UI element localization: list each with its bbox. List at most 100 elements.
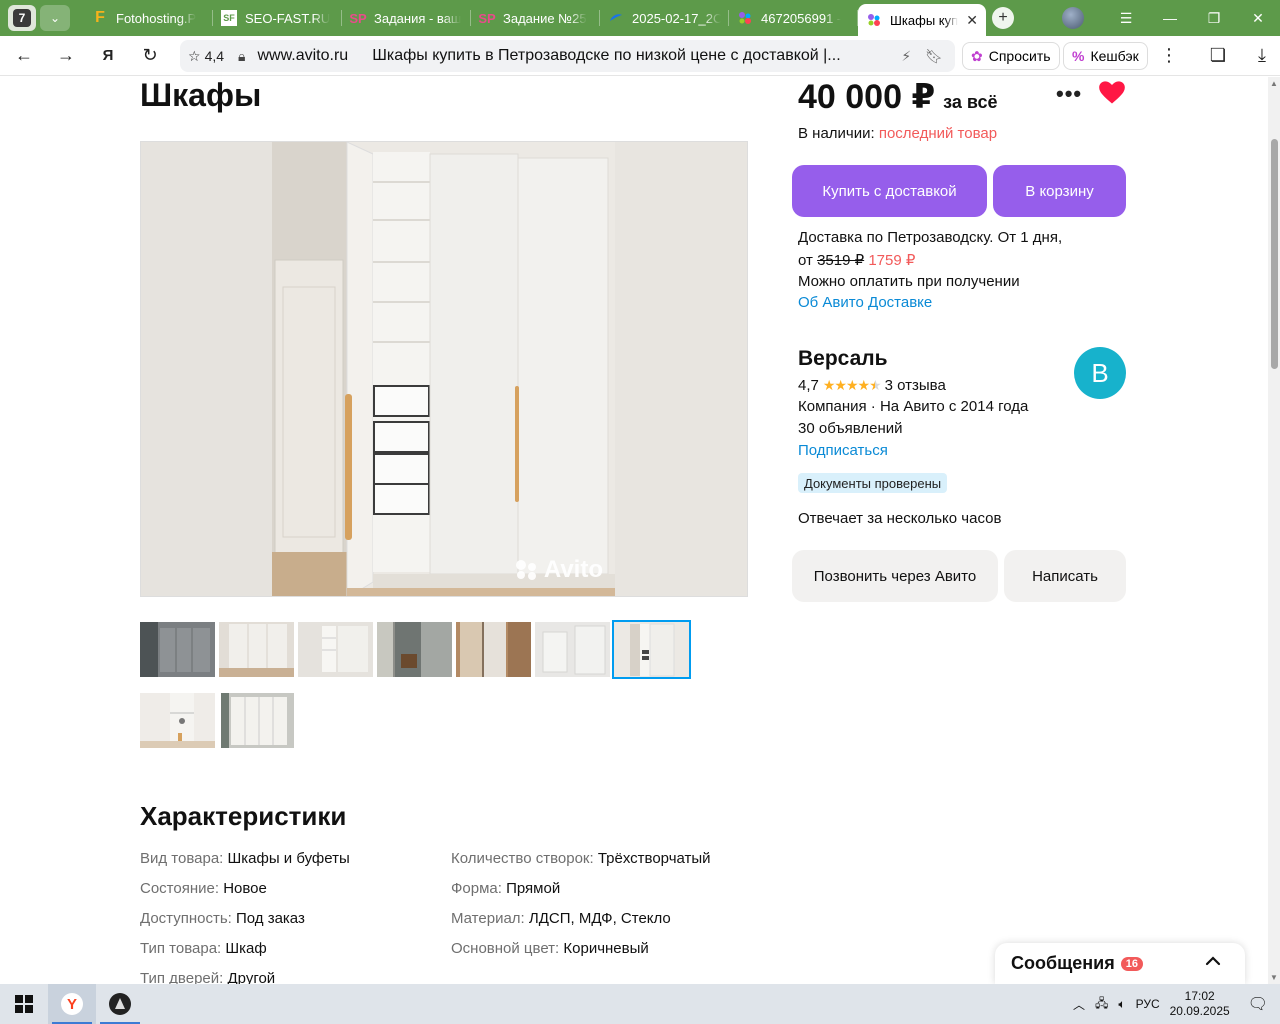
yandex-icon[interactable]: Я	[90, 38, 126, 74]
tab-title: SEO-FAST.RU	[245, 10, 331, 26]
browser-tab[interactable]: 4672056991 -	[729, 0, 858, 36]
seller-reviews: 3 отзыва	[884, 377, 946, 394]
tab-title: 4672056991 -	[761, 10, 842, 26]
close-icon[interactable]: ✕	[966, 12, 978, 29]
scrollbar-thumb[interactable]	[1271, 139, 1278, 369]
windows-taskbar: Y ︿ 🖧︎ 🔈︎ РУС 17:02 20.09.2025 🗨︎	[0, 984, 1280, 1024]
seller-ads-count[interactable]: 30 объявлений	[798, 420, 903, 437]
thumbnail-8[interactable]	[140, 693, 215, 748]
response-time: Отвечает за несколько часов	[798, 510, 1002, 527]
bookmark-icon[interactable]: 🔖︎	[925, 48, 943, 65]
ask-icon: ✿	[971, 47, 983, 64]
network-icon[interactable]: 🖧︎	[1095, 994, 1108, 1015]
main-photo[interactable]: Avito	[140, 141, 748, 597]
yandex-browser-icon[interactable]: Y	[48, 984, 96, 1024]
notifications-icon[interactable]: 🗨︎	[1248, 994, 1268, 1014]
extension-icon[interactable]: ⚡︎	[901, 48, 911, 65]
tab-title: 2025-02-17_2C	[632, 10, 721, 26]
spec-item: Тип дверей: Другой	[140, 970, 275, 984]
seo-fast-icon: SF	[221, 10, 237, 26]
chevron-up-icon[interactable]	[1203, 951, 1223, 976]
spec-item: Состояние: Новое	[140, 880, 267, 897]
browser-tab[interactable]: SP Задания - ваш	[342, 0, 471, 36]
app-icon[interactable]	[96, 984, 144, 1024]
restore-button[interactable]: ❐	[1192, 0, 1236, 36]
avito-icon	[866, 12, 882, 28]
download-icon[interactable]: ⤓	[1244, 38, 1280, 74]
windows-start-icon[interactable]	[0, 984, 48, 1024]
more-vertical-icon[interactable]: ⋮	[1151, 38, 1187, 74]
about-delivery-link[interactable]: Об Авито Доставке	[798, 294, 932, 311]
buy-with-delivery-button[interactable]: Купить с доставкой	[792, 165, 987, 217]
ask-button[interactable]: ✿ Спросить	[962, 42, 1060, 70]
clock-date: 20.09.2025	[1169, 1004, 1230, 1018]
seller-avatar[interactable]: В	[1074, 347, 1126, 399]
spec-key: Материал:	[451, 910, 525, 927]
volume-icon[interactable]: 🔈︎	[1118, 997, 1125, 1012]
add-to-cart-button[interactable]: В корзину	[993, 165, 1126, 217]
thumbnail-6[interactable]	[535, 622, 610, 677]
collections-icon[interactable]: ❏	[1200, 38, 1236, 74]
spec-key: Основной цвет:	[451, 940, 560, 957]
price-suffix: за всё	[943, 92, 998, 112]
spec-key: Тип товара:	[140, 940, 222, 957]
write-button[interactable]: Написать	[1004, 550, 1126, 602]
browser-tab-bar: 7 ⌄ F Fotohosting.P SF SEO-FAST.RU SP За…	[0, 0, 1280, 36]
spec-value: ЛДСП, МДФ, Стекло	[528, 910, 671, 927]
call-button[interactable]: Позвонить через Авито	[792, 550, 998, 602]
back-arrow-icon[interactable]: ←	[6, 38, 42, 74]
thumbnail-3[interactable]	[298, 622, 373, 677]
lock-icon[interactable]: 🔒︎	[238, 48, 245, 65]
menu-icon[interactable]: ☰	[1104, 0, 1148, 36]
delivery-new-price: 1759 ₽	[868, 252, 916, 269]
chevron-down-icon[interactable]: ⌄	[40, 5, 70, 31]
browser-tab[interactable]: F Fotohosting.P	[84, 0, 213, 36]
language-indicator[interactable]: РУС	[1136, 997, 1160, 1011]
browser-tab[interactable]: SF SEO-FAST.RU	[213, 0, 342, 36]
page-scrollbar[interactable]: ▲ ▼	[1268, 77, 1280, 984]
spec-item: Форма: Прямой	[451, 880, 560, 897]
thumbnail-9[interactable]	[221, 693, 296, 748]
sp-icon: SP	[478, 10, 496, 26]
clock[interactable]: 17:02 20.09.2025	[1170, 989, 1230, 1019]
chevron-up-icon[interactable]: ︿	[1073, 996, 1085, 1013]
new-tab-button[interactable]: +	[992, 7, 1014, 29]
spec-value: Коричневый	[563, 940, 649, 957]
thumbnail-2[interactable]	[219, 622, 294, 677]
spec-key: Количество створок:	[451, 850, 594, 867]
minimize-button[interactable]: —	[1148, 0, 1192, 36]
site-rating[interactable]: ☆ 4,4	[188, 48, 224, 65]
spec-value: Прямой	[506, 880, 561, 897]
seller-rating[interactable]: 4,7 ★★★★★ 3 отзыва	[798, 377, 946, 394]
thumbnail-5[interactable]	[456, 622, 531, 677]
profile-avatar[interactable]	[1062, 7, 1084, 29]
tab-counter-button[interactable]: 7	[8, 5, 36, 31]
spec-value: Новое	[223, 880, 267, 897]
spec-key: Вид товара:	[140, 850, 224, 867]
close-window-button[interactable]: ✕	[1236, 0, 1280, 36]
subscribe-link[interactable]: Подписаться	[798, 442, 888, 459]
reload-icon[interactable]: ↻	[132, 38, 168, 74]
spec-key: Тип дверей:	[140, 970, 224, 984]
cashback-button[interactable]: % Кешбэк	[1063, 42, 1148, 70]
forward-arrow-icon[interactable]: →	[48, 38, 84, 74]
ask-label: Спросить	[988, 48, 1051, 64]
messages-panel[interactable]: Сообщения 16	[995, 943, 1245, 984]
browser-tab[interactable]: SP Задание №25	[471, 0, 600, 36]
address-bar[interactable]: ☆ 4,4 🔒︎ www.avito.ru Шкафы купить в Петр…	[180, 40, 955, 72]
more-horizontal-icon[interactable]: •••	[1056, 81, 1082, 107]
favorite-heart-icon[interactable]	[1098, 79, 1126, 107]
messages-label: Сообщения	[1011, 953, 1115, 973]
availability-label: В наличии:	[798, 125, 875, 142]
browser-tab[interactable]: 2025-02-17_2C	[600, 0, 729, 36]
scroll-up-icon[interactable]: ▲	[1270, 79, 1278, 88]
thumbnail-7[interactable]	[612, 620, 691, 679]
avito-logo-icon	[515, 560, 536, 580]
browser-tab-active[interactable]: Шкафы куп ✕	[858, 4, 986, 36]
thumbnail-4[interactable]	[377, 622, 452, 677]
seller-name[interactable]: Версаль	[798, 347, 888, 371]
scroll-down-icon[interactable]: ▼	[1270, 973, 1278, 982]
system-tray: ︿ 🖧︎ 🔈︎ РУС 17:02 20.09.2025 🗨︎	[1073, 989, 1280, 1019]
window-controls: ☰ — ❐ ✕	[1062, 0, 1280, 36]
thumbnail-1[interactable]	[140, 622, 215, 677]
